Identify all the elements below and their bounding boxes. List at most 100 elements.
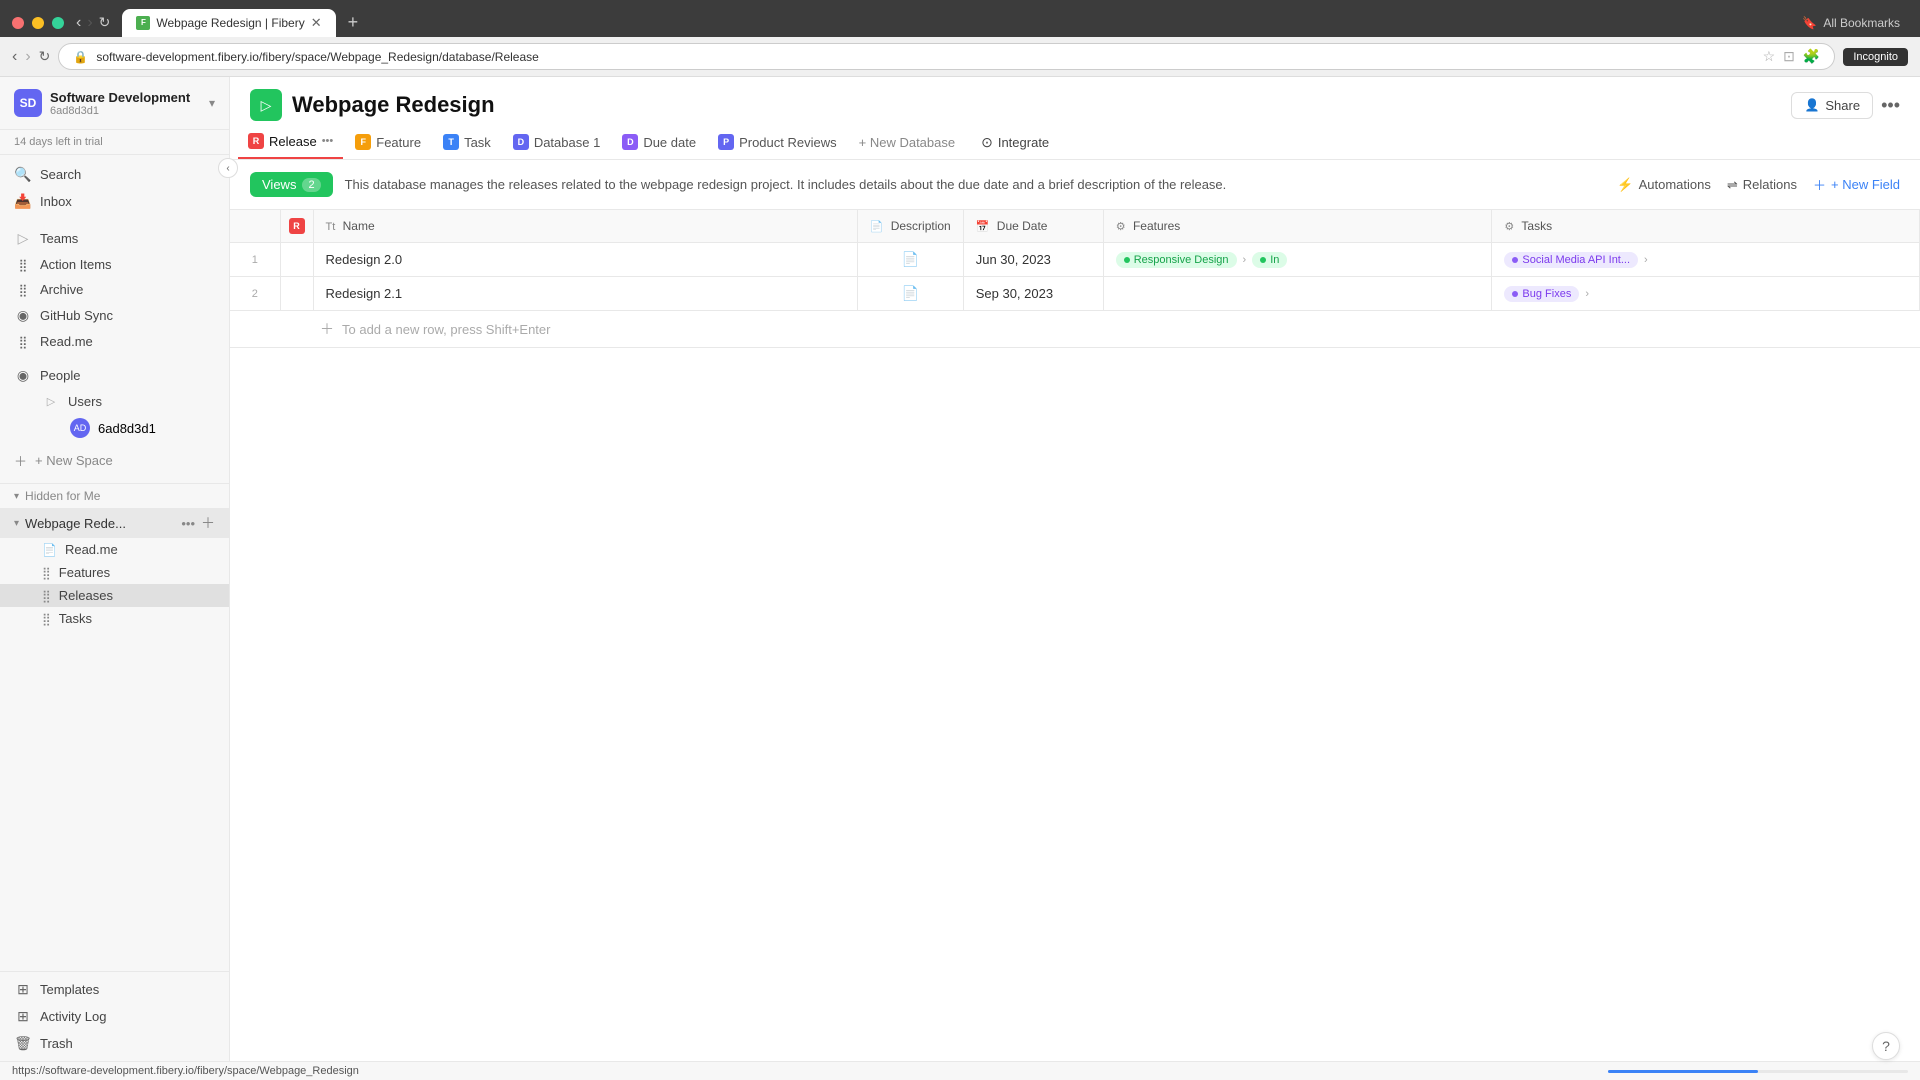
feature-tag[interactable]: Responsive Design [1116,252,1237,268]
tab-database1[interactable]: D Database 1 [503,126,611,158]
feature-tag-more[interactable]: In [1252,252,1287,268]
hidden-section-header[interactable]: ▾ Hidden for Me [0,484,229,508]
tab-icon-database1: D [513,134,529,150]
sidebar-item-people[interactable]: ◉ People [0,362,229,389]
tab-label-database1: Database 1 [534,135,601,150]
row-desc-cell[interactable]: 📄 [857,243,963,277]
task-tag[interactable]: Social Media API Int... [1504,252,1638,268]
url-text: software-development.fibery.io/fibery/sp… [96,50,1754,64]
all-bookmarks[interactable]: 🔖 All Bookmarks [1794,12,1908,34]
tasks-icon: ⣿ [42,612,51,626]
sidebar-item-webpage-redesign[interactable]: ▾ Webpage Rede... ••• ＋ [0,508,229,538]
tab-due-date[interactable]: D Due date [612,126,706,158]
col-header-due-date[interactable]: 📅 Due Date [963,210,1103,243]
webpage-add-icon[interactable]: ＋ [201,513,215,533]
sidebar-item-releases[interactable]: ⣿ Releases [0,584,229,607]
row-desc-cell[interactable]: 📄 [857,277,963,311]
row-tasks-cell[interactable]: Social Media API Int... › [1492,243,1920,277]
hidden-section-label: Hidden for Me [25,489,100,503]
incognito-badge: Incognito [1843,48,1908,66]
sidebar-item-templates[interactable]: ⊞ Templates [0,976,229,1003]
row-tasks-cell[interactable]: Bug Fixes › [1492,277,1920,311]
col-header-description[interactable]: 📄 Description [857,210,963,243]
col-header-tasks[interactable]: ⚙ Tasks [1492,210,1920,243]
new-tab-button[interactable]: + [340,8,367,37]
sidebar-item-inbox[interactable]: 📥 Inbox [0,188,229,215]
tab-icon-release: R [248,133,264,149]
sidebar-item-action-items[interactable]: ⣿ Action Items [0,252,229,277]
sidebar-item-activity-log[interactable]: ⊞ Activity Log [0,1003,229,1030]
description-doc-icon: 📄 [901,251,918,267]
reload-nav-button[interactable]: ↻ [39,48,51,65]
sidebar-item-trash[interactable]: 🗑 Trash [0,1030,229,1057]
browser-tab[interactable]: F Webpage Redesign | Fibery ✕ [122,9,335,37]
sidebar-item-user[interactable]: AD 6ad8d3d1 [28,414,229,442]
sidebar-item-readme-sub[interactable]: 📄 Read.me [0,538,229,561]
sidebar-label-people: People [40,368,215,383]
tab-product-reviews[interactable]: P Product Reviews [708,126,847,158]
data-table: R Tt Name 📄 Description 📅 Due Date [230,210,1920,311]
action-items-icon: ⣿ [14,258,32,272]
sidebar-label-releases: Releases [59,588,113,603]
col-header-features[interactable]: ⚙ Features [1103,210,1492,243]
new-database-button[interactable]: + New Database [849,127,965,158]
sidebar-item-tasks[interactable]: ⣿ Tasks [0,607,229,630]
tab-label-task: Task [464,135,491,150]
back-button[interactable]: ‹ [76,14,81,32]
tab-ellipsis-icon[interactable]: ••• [322,135,334,147]
sidebar-item-github-sync[interactable]: ◉ GitHub Sync [0,302,229,329]
address-bar[interactable]: 🔒 software-development.fibery.io/fibery/… [58,43,1835,70]
automations-button[interactable]: ⚡ Automations [1617,177,1710,193]
tab-feature[interactable]: F Feature [345,126,431,158]
row-features-cell[interactable] [1103,277,1492,311]
sidebar-item-search[interactable]: 🔍 Search [0,161,229,188]
table-row[interactable]: 2 Redesign 2.1 📄 Sep 30, 2023 [230,277,1920,311]
sidebar-item-users[interactable]: ▷ Users [28,389,229,414]
tab-view-icon[interactable]: ⊡ [1783,48,1795,65]
sidebar-item-features[interactable]: ⣿ Features [0,561,229,584]
table-row[interactable]: 1 Redesign 2.0 📄 Jun 30, 2023 Responsive [230,243,1920,277]
chevron-right-icon: › [1243,254,1247,266]
task-tag[interactable]: Bug Fixes [1504,286,1579,302]
row-due-date-cell[interactable]: Sep 30, 2023 [963,277,1103,311]
views-label: Views [262,177,296,192]
share-button[interactable]: 👤 Share [1791,92,1873,119]
back-nav-button[interactable]: ‹ [12,48,17,66]
teams-chevron-icon: ▷ [14,230,32,247]
tab-release[interactable]: R Release ••• [238,125,343,159]
webpage-more-icon[interactable]: ••• [181,516,195,531]
sidebar-item-teams[interactable]: ▷ Teams [0,225,229,252]
add-row-plus-icon[interactable]: ＋ [320,319,334,339]
sidebar-item-new-space[interactable]: ＋ + New Space [0,446,229,475]
sidebar-header: SD Software Development 6ad8d3d1 ▾ [0,77,229,130]
forward-button[interactable]: › [87,14,92,32]
extensions-icon[interactable]: 🧩 [1803,48,1820,65]
new-field-button[interactable]: ＋ + New Field [1813,175,1900,194]
row-features-cell[interactable]: Responsive Design › In [1103,243,1492,277]
row-due-date-cell[interactable]: Jun 30, 2023 [963,243,1103,277]
sidebar-item-archive[interactable]: ⣿ Archive [0,277,229,302]
row-name-cell[interactable]: Redesign 2.1 [313,277,857,311]
more-options-button[interactable]: ••• [1881,95,1900,116]
description-text: This database manages the releases relat… [345,175,1606,195]
activity-log-icon: ⊞ [14,1008,32,1025]
close-icon[interactable]: ✕ [311,15,322,31]
add-row[interactable]: ＋ To add a new row, press Shift+Enter [230,311,1920,348]
integrate-button[interactable]: ⊙ Integrate [971,126,1059,159]
sidebar-collapse-button[interactable]: ‹ [218,158,238,178]
page-title: Webpage Redesign [292,92,1781,118]
tab-task[interactable]: T Task [433,126,501,158]
page-icon: ▷ [250,89,282,121]
url-status: https://software-development.fibery.io/f… [12,1065,359,1077]
help-button[interactable]: ? [1872,1032,1900,1060]
forward-nav-button[interactable]: › [25,48,30,66]
bookmark-icon[interactable]: ☆ [1763,48,1776,65]
views-button[interactable]: Views 2 [250,172,333,197]
relations-button[interactable]: ⇌ Relations [1727,177,1797,193]
tab-label-release: Release [269,134,317,149]
workspace-chevron-icon[interactable]: ▾ [209,96,215,110]
col-header-name[interactable]: Tt Name [313,210,857,243]
sidebar-item-readme[interactable]: ⣿ Read.me [0,329,229,354]
row-name-cell[interactable]: Redesign 2.0 [313,243,857,277]
reload-button[interactable]: ↻ [99,14,111,31]
